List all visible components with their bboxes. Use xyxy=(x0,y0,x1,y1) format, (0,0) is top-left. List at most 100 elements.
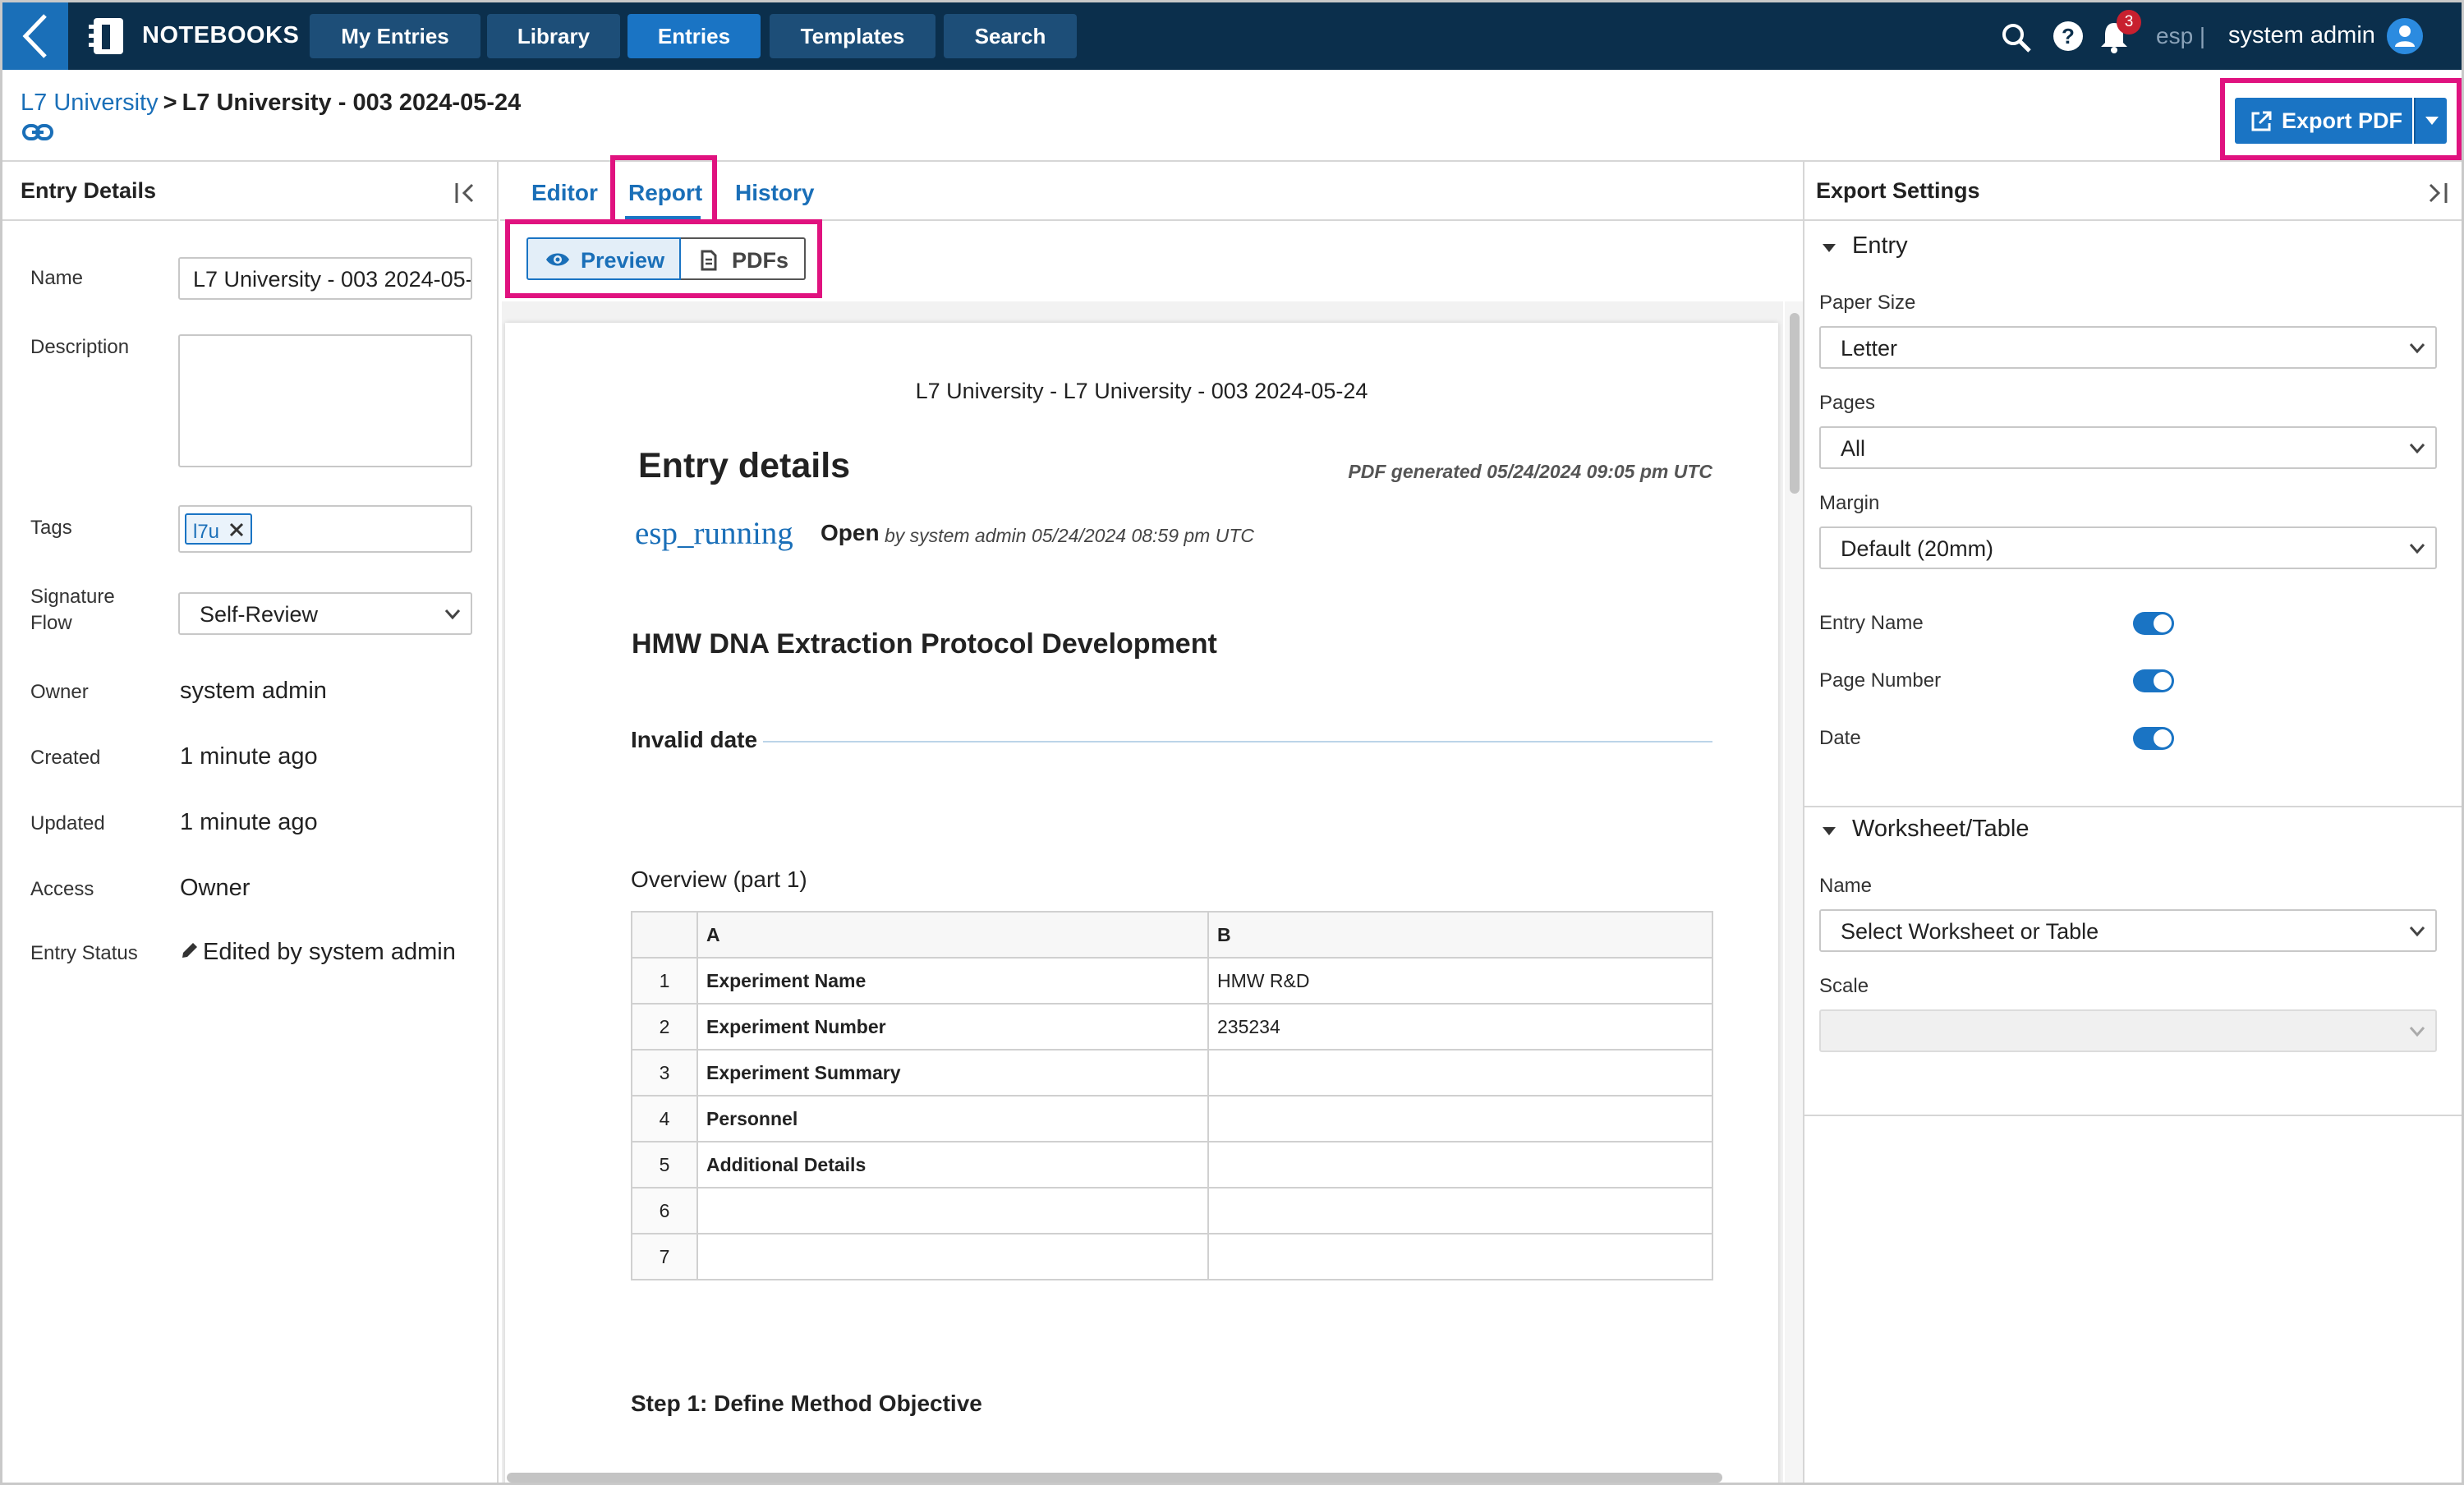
panel-header-divider xyxy=(1804,219,2462,221)
scale-select[interactable] xyxy=(1819,1009,2437,1052)
paper-size-select[interactable]: Letter xyxy=(1819,326,2437,369)
table-row: 6 xyxy=(631,1187,1713,1234)
pdfs-button[interactable]: PDFs xyxy=(681,237,806,280)
table-cell xyxy=(1207,1187,1713,1234)
margin-select[interactable]: Default (20mm) xyxy=(1819,526,2437,569)
doc-signature-by: by system admin 05/24/2024 08:59 pm UTC xyxy=(885,525,1255,546)
entry-section-toggle[interactable]: Entry xyxy=(1821,232,2067,265)
description-label: Description xyxy=(30,336,130,358)
table-cell: Personnel xyxy=(696,1095,1209,1142)
name-input[interactable]: L7 University - 003 2024-05-24 xyxy=(178,257,472,300)
toggle-knob xyxy=(2154,672,2172,690)
search-icon[interactable] xyxy=(2001,22,2032,53)
remove-tag-icon[interactable] xyxy=(229,522,244,537)
help-icon[interactable]: ? xyxy=(2053,21,2084,52)
tag-chip-label: l7u xyxy=(193,521,220,543)
table-cell xyxy=(1207,1049,1713,1097)
copy-link-icon[interactable] xyxy=(22,122,53,142)
tab-history[interactable]: History xyxy=(735,180,814,206)
worksheet-section-toggle[interactable]: Worksheet/Table xyxy=(1821,816,2149,848)
nav-library[interactable]: Library xyxy=(487,14,620,58)
paper-size-label: Paper Size xyxy=(1819,292,1916,314)
page-number-toggle[interactable] xyxy=(2133,669,2174,692)
breadcrumb-parent-link[interactable]: L7 University xyxy=(21,90,159,116)
doc-title: Entry details xyxy=(638,446,851,485)
avatar[interactable] xyxy=(2387,18,2423,54)
name-label: Name xyxy=(30,267,84,289)
collapse-right-icon[interactable] xyxy=(2424,182,2448,205)
vertical-scrollbar[interactable] xyxy=(1785,301,1803,1483)
document-icon xyxy=(701,250,717,271)
doc-data-table: A B 1 Experiment Name HMW R&D 2 Experiment … xyxy=(631,911,1713,1280)
paper-size-value: Letter xyxy=(1841,336,1898,361)
tab-editor[interactable]: Editor xyxy=(531,180,598,206)
table-row: 5 Additional Details xyxy=(631,1141,1713,1188)
nav-my-entries[interactable]: My Entries xyxy=(310,14,480,58)
entry-status-value: Edited by system admin xyxy=(203,939,456,965)
table-cell: 3 xyxy=(631,1049,698,1097)
created-value: 1 minute ago xyxy=(180,743,318,770)
nav-search[interactable]: Search xyxy=(944,14,1077,58)
table-row: 4 Personnel xyxy=(631,1095,1713,1142)
entry-details-panel: Entry Details Name L7 University - 003 2… xyxy=(2,162,499,1483)
entry-status-label: Entry Status xyxy=(30,942,138,964)
doc-heading: HMW DNA Extraction Protocol Development xyxy=(632,628,1217,660)
description-textarea[interactable] xyxy=(178,334,472,467)
chevron-down-icon xyxy=(2409,343,2425,354)
table-cell xyxy=(1207,1095,1713,1142)
margin-value: Default (20mm) xyxy=(1841,536,1994,561)
export-pdf-button[interactable]: Export PDF xyxy=(2235,98,2412,144)
eye-icon xyxy=(546,253,569,266)
horizontal-scroll-thumb[interactable] xyxy=(507,1473,1722,1483)
caret-down-icon xyxy=(1823,827,1836,835)
app-window: NOTEBOOKS My Entries Library Entries Tem… xyxy=(2,2,2462,1483)
caret-down-icon xyxy=(1823,244,1836,252)
toggle-knob xyxy=(2154,614,2172,632)
collapse-left-icon[interactable] xyxy=(454,182,479,205)
export-options-dropdown[interactable] xyxy=(2414,98,2447,144)
report-tab-highlight-frame xyxy=(610,155,717,221)
doc-step-title: Step 1: Define Method Objective xyxy=(631,1391,982,1416)
table-header-cell xyxy=(631,911,698,959)
vertical-scroll-thumb[interactable] xyxy=(1790,313,1800,494)
nav-entries[interactable]: Entries xyxy=(627,14,761,58)
pdf-preview-viewport[interactable]: L7 University - L7 University - 003 2024… xyxy=(502,301,1783,1483)
user-icon xyxy=(2395,25,2415,47)
pages-select[interactable]: All xyxy=(1819,426,2437,469)
panel-title: Entry Details xyxy=(21,178,157,203)
doc-date-divider xyxy=(763,741,1712,742)
pages-value: All xyxy=(1841,436,1866,461)
breadcrumb-current: L7 University - 003 2024-05-24 xyxy=(182,90,522,116)
back-button[interactable] xyxy=(2,2,68,70)
tags-input[interactable]: l7u xyxy=(178,505,472,553)
svg-text:?: ? xyxy=(2062,24,2075,48)
access-value: Owner xyxy=(180,875,251,901)
doc-signature-status-name: esp_running xyxy=(635,516,793,551)
worksheet-name-select[interactable]: Select Worksheet or Table xyxy=(1819,909,2437,952)
entry-name-toggle[interactable] xyxy=(2133,612,2174,635)
table-row: 2 Experiment Number 235234 xyxy=(631,1003,1713,1051)
table-row: 1 Experiment Name HMW R&D xyxy=(631,957,1713,1005)
panel-header-divider xyxy=(2,219,497,221)
pages-label: Pages xyxy=(1819,392,1876,414)
table-header-row: A B xyxy=(631,911,1713,959)
preview-button[interactable]: Preview xyxy=(526,237,681,280)
user-name[interactable]: system admin xyxy=(2228,22,2375,49)
date-toggle[interactable] xyxy=(2133,727,2174,750)
signature-flow-value: Self-Review xyxy=(200,602,319,627)
chevron-down-icon xyxy=(2409,926,2425,937)
entry-section-title: Entry xyxy=(1852,232,1908,259)
export-pdf-label: Export PDF xyxy=(2282,108,2403,133)
nav-templates[interactable]: Templates xyxy=(770,14,935,58)
table-row: 7 xyxy=(631,1233,1713,1280)
table-cell: 5 xyxy=(631,1141,698,1188)
top-nav-bar: NOTEBOOKS My Entries Library Entries Tem… xyxy=(2,2,2462,70)
table-cell: 6 xyxy=(631,1187,698,1234)
updated-value: 1 minute ago xyxy=(180,809,318,835)
table-cell: 1 xyxy=(631,957,698,1005)
doc-signature-state: Open xyxy=(821,520,880,545)
chevron-down-icon xyxy=(2409,444,2425,454)
signature-flow-select[interactable]: Self-Review xyxy=(178,592,472,635)
environment-label: esp | xyxy=(2156,23,2206,48)
table-cell xyxy=(696,1187,1209,1234)
